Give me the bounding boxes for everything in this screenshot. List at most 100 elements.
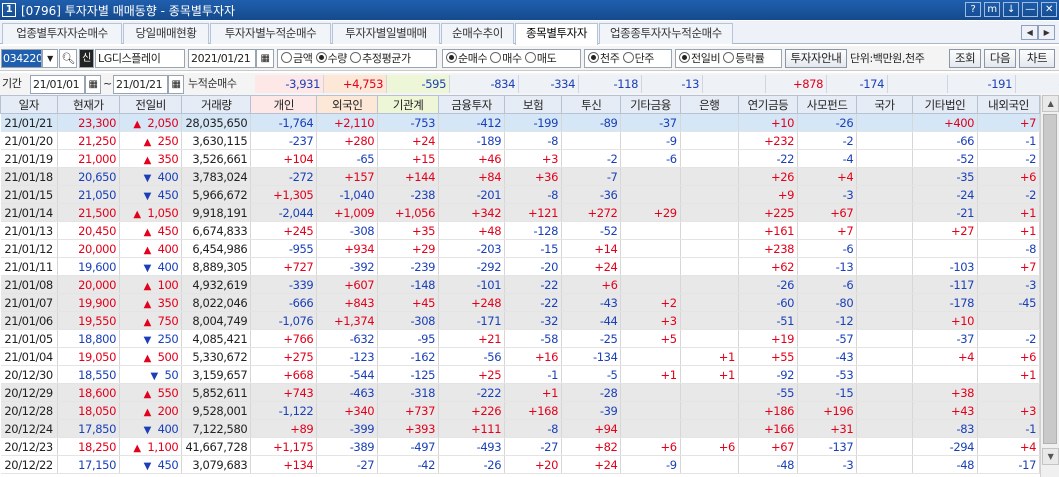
tab-stock-investor[interactable]: 종목별투자자 <box>515 23 598 45</box>
tab-sector-cumulative[interactable]: 업종종투자자누적순매수 <box>599 23 733 44</box>
stock-code-input[interactable]: 034220 <box>1 49 42 68</box>
col-header-private-fund[interactable]: 사모펀드 <box>797 95 858 114</box>
minimize-button[interactable]: ↓ <box>1003 2 1019 17</box>
table-row[interactable]: 20/12/22 17,150 ▼ 450 3,079,683 +134 -27 -42 -26… <box>0 455 1040 474</box>
table-row[interactable]: 21/01/08 20,000 ▲ 100 4,932,619 -339 +607 -148-… <box>0 275 1040 294</box>
col-header-individual[interactable]: 개인 <box>250 95 318 114</box>
vertical-scrollbar[interactable]: ▲ ▼ <box>1040 95 1059 477</box>
cell-individual: -339 <box>250 275 318 294</box>
close-button[interactable]: ✕ <box>1041 2 1057 17</box>
radio-net-buy[interactable]: 순매수 <box>446 52 488 65</box>
col-header-trust[interactable]: 투신 <box>561 95 622 114</box>
maximize-button[interactable]: — <box>1022 2 1038 17</box>
scroll-down-icon[interactable]: ▼ <box>1042 448 1059 465</box>
scroll-thumb[interactable] <box>1043 114 1057 444</box>
tab-next-icon[interactable]: ▶ <box>1038 25 1055 40</box>
cell-domestic-foreign: +6 <box>977 167 1040 186</box>
cell-other-finance <box>620 257 681 276</box>
code-dropdown-icon[interactable]: ▼ <box>42 49 58 68</box>
cell-price: 18,250 <box>57 437 120 456</box>
cell-change: ▼ 50 <box>119 365 183 384</box>
period-from-input[interactable]: 21/01/01 <box>30 75 85 94</box>
radio-prev-day[interactable]: 전일비 <box>679 52 721 65</box>
menu-m-button[interactable]: m <box>984 2 1000 17</box>
table-row[interactable]: 21/01/06 19,550 ▲ 750 8,004,749 -1,076 +1,374-… <box>0 311 1040 330</box>
radio-est-avg-price[interactable]: 추정평균가 <box>350 52 411 65</box>
radio-buy[interactable]: 매수 <box>490 52 522 65</box>
tab-sector-investor-net[interactable]: 업종별투자자순매수 <box>2 23 122 44</box>
col-header-pension[interactable]: 연기금등 <box>737 95 799 114</box>
table-row[interactable]: 21/01/18 20,650 ▼ 400 3,783,024 -272 +157 +144 +… <box>0 167 1040 186</box>
table-row[interactable]: 21/01/12 20,000 ▲ 400 6,454,986 -955 +934 +29 -2… <box>0 239 1040 258</box>
cell-other-corp: +38 <box>912 383 979 402</box>
col-header-other-corp[interactable]: 기타법인 <box>911 95 979 114</box>
col-header-institution[interactable]: 기관계 <box>377 95 440 114</box>
col-header-price[interactable]: 현재가 <box>56 95 120 114</box>
col-header-fin-invest[interactable]: 금융투자 <box>438 95 506 114</box>
radio-change-rate[interactable]: 등락률 <box>723 52 765 65</box>
col-header-foreign[interactable]: 외국인 <box>316 95 379 114</box>
cell-volume: 41,667,728 <box>181 437 252 456</box>
cell-other-finance <box>620 239 681 258</box>
table-row[interactable]: 21/01/04 19,050 ▲ 500 5,330,672 +275 -123 -162-… <box>0 347 1040 366</box>
col-header-date[interactable]: 일자 <box>0 95 58 114</box>
search-icon[interactable]: 🔍︎ <box>59 49 77 68</box>
cell-insurance: +3 <box>504 149 563 168</box>
scroll-up-icon[interactable]: ▲ <box>1042 95 1059 112</box>
calendar-to-icon[interactable]: ▦ <box>168 75 184 94</box>
col-header-insurance[interactable]: 보험 <box>504 95 563 114</box>
cell-bank <box>680 293 739 312</box>
cell-trust: +272 <box>561 203 622 222</box>
cell-trust: -2 <box>561 149 622 168</box>
table-row[interactable]: 20/12/28 18,050 ▲ 200 9,528,001 -1,122 +340 +73… <box>0 401 1040 420</box>
table-row[interactable]: 20/12/24 17,850 ▼ 400 7,122,580 +89 -399 +393 +1… <box>0 419 1040 438</box>
radio-single-shares[interactable]: 단주 <box>622 52 654 65</box>
radio-sell[interactable]: 매도 <box>524 52 557 65</box>
table-row[interactable]: 21/01/21 23,300 ▲ 2,050 28,035,650 -1,764 +2,1… <box>0 113 1040 132</box>
next-button[interactable]: 다음 <box>984 49 1016 68</box>
cell-fin-invest: -101 <box>438 275 506 294</box>
change-value: 450 <box>157 223 179 238</box>
cell-individual: +743 <box>250 383 318 402</box>
table-row[interactable]: 20/12/23 18,250 ▲ 1,100 41,667,728 +1,175 -389… <box>0 437 1040 456</box>
table-row[interactable]: 21/01/20 21,250 ▲ 250 3,630,115 -237 +280 +24 -1… <box>0 131 1040 150</box>
tab-investor-daily[interactable]: 투자자별일별매매 <box>332 23 440 44</box>
table-row[interactable]: 21/01/07 19,900 ▲ 350 8,022,046 -666 +843 +45 +2… <box>0 293 1040 312</box>
radio-amount[interactable]: 금액 <box>281 52 313 65</box>
cell-change: ▼ 400 <box>119 257 183 276</box>
table-row[interactable]: 20/12/30 18,550 ▼ 50 3,159,657 +668 -544 -125 +2… <box>0 365 1040 384</box>
calendar-icon[interactable]: ▦ <box>256 49 274 68</box>
table-row[interactable]: 21/01/19 21,000 ▲ 350 3,526,661 +104 -65 +15 +46… <box>0 149 1040 168</box>
table-row[interactable]: 20/12/29 18,600 ▲ 550 5,852,611 +743 -463 -318-… <box>0 383 1040 402</box>
col-header-other-finance[interactable]: 기타금융 <box>620 95 681 114</box>
help-button[interactable]: ? <box>965 2 981 17</box>
cell-volume: 3,526,661 <box>181 149 252 168</box>
table-row[interactable]: 21/01/13 20,450 ▲ 450 6,674,833 +245 -308 +35 +4… <box>0 221 1040 240</box>
col-header-domestic-foreign[interactable]: 내외국인 <box>977 95 1040 114</box>
col-header-bank[interactable]: 은행 <box>679 95 739 114</box>
cell-date: 21/01/06 <box>0 311 58 330</box>
table-row[interactable]: 21/01/11 19,600 ▼ 400 8,889,305 +727 -392 -239-… <box>0 257 1040 276</box>
tab-investor-cumulative[interactable]: 투자자별누적순매수 <box>210 23 331 44</box>
tab-prev-icon[interactable]: ◀ <box>1021 25 1038 40</box>
radio-quantity[interactable]: 수량 <box>315 52 347 65</box>
search-button[interactable]: 조회 <box>949 49 981 68</box>
table-row[interactable]: 21/01/05 18,800 ▼ 250 4,085,421 +766 -632 -95 +2… <box>0 329 1040 348</box>
calendar-from-icon[interactable]: ▦ <box>85 75 101 94</box>
investor-guide-button[interactable]: 투자자안내 <box>785 49 847 68</box>
tab-daily-trading[interactable]: 당일매매현황 <box>123 23 209 44</box>
col-header-nation[interactable]: 국가 <box>856 95 913 114</box>
cell-insurance: -8 <box>504 131 563 150</box>
radio-thousand-shares[interactable]: 천주 <box>588 52 620 65</box>
cell-institution: -125 <box>377 365 440 384</box>
tab-net-trend[interactable]: 순매수추이 <box>441 23 514 44</box>
cell-price: 23,300 <box>57 113 120 132</box>
col-header-volume[interactable]: 거래량 <box>181 95 252 114</box>
table-row[interactable]: 21/01/15 21,050 ▼ 450 5,966,672 +1,305 -1,040-… <box>0 185 1040 204</box>
cell-trust: -7 <box>561 167 622 186</box>
chart-button[interactable]: 차트 <box>1019 49 1055 68</box>
table-row[interactable]: 21/01/14 21,500 ▲ 1,050 9,918,191 -2,044 +1,00… <box>0 203 1040 222</box>
period-to-input[interactable]: 21/01/21 <box>113 75 168 94</box>
col-header-change[interactable]: 전일비 <box>118 95 183 114</box>
date-input[interactable]: 2021/01/21 <box>188 49 256 68</box>
